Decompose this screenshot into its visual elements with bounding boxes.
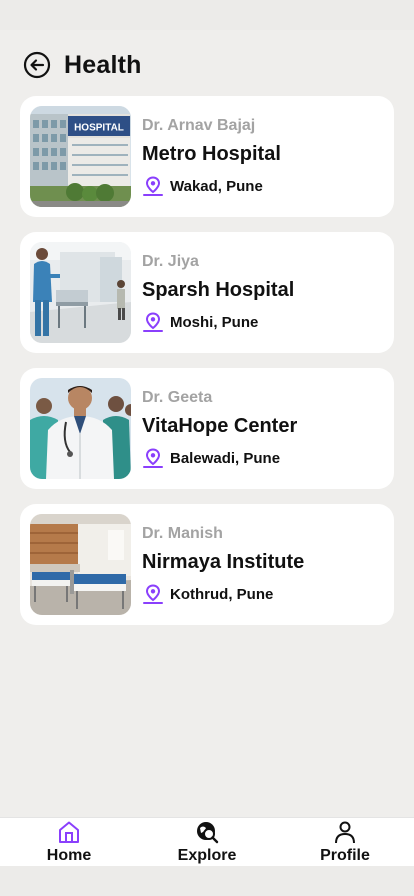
- location-pin-icon: [143, 584, 163, 604]
- back-button[interactable]: [22, 50, 52, 80]
- location-text: Balewadi, Pune: [170, 449, 281, 467]
- hospital-list: HOSPITAL Dr. Arnav Bajaj Metro Hospital …: [20, 96, 394, 640]
- hospital-card[interactable]: Dr. Jiya Sparsh Hospital Moshi, Pune: [20, 232, 394, 353]
- hospital-name: VitaHope Center: [142, 414, 298, 437]
- location-text: Wakad, Pune: [170, 177, 263, 195]
- page-title: Health: [64, 50, 142, 79]
- tab-profile-label: Profile: [320, 847, 370, 864]
- location: Balewadi, Pune: [142, 447, 297, 469]
- tab-explore-label: Explore: [177, 847, 237, 864]
- bottom-tab-bar: Home Explore Profile: [0, 817, 414, 866]
- tab-home[interactable]: Home: [0, 818, 138, 866]
- hospital-photo: HOSPITAL: [30, 106, 131, 207]
- tab-explore[interactable]: Explore: [138, 818, 276, 866]
- explore-icon: [197, 822, 219, 844]
- hospital-card[interactable]: Dr. Manish Nirmaya Institute Kothrud, Pu…: [20, 504, 394, 625]
- doctor-name: Dr. Geeta: [142, 389, 213, 406]
- hospital-photo: [30, 242, 131, 343]
- hospital-name: Nirmaya Institute: [142, 550, 305, 573]
- location-pin-icon: [143, 448, 163, 468]
- profile-icon: [335, 821, 355, 844]
- doctor-name: Dr. Jiya: [142, 253, 199, 270]
- doctor-name: Dr. Manish: [142, 525, 223, 542]
- location-pin-icon: [143, 176, 163, 196]
- home-icon: [59, 821, 79, 843]
- home-indicator-area: [0, 866, 414, 896]
- hospital-card[interactable]: Dr. Geeta VitaHope Center Balewadi, Pune: [20, 368, 394, 489]
- doctor-name: Dr. Arnav Bajaj: [142, 117, 256, 134]
- hospital-photo: [30, 514, 131, 615]
- location: Wakad, Pune: [142, 175, 281, 197]
- location: Kothrud, Pune: [142, 583, 304, 605]
- hospital-name: Sparsh Hospital: [142, 278, 295, 301]
- hospital-sign-text: HOSPITAL: [74, 123, 124, 134]
- status-bar: [0, 0, 414, 30]
- hospital-name: Metro Hospital: [142, 142, 281, 165]
- header: Health: [22, 48, 392, 82]
- tab-profile[interactable]: Profile: [276, 818, 414, 866]
- hospital-photo: [30, 378, 131, 479]
- location: Moshi, Pune: [142, 311, 294, 333]
- tab-home-label: Home: [46, 847, 92, 864]
- location-text: Moshi, Pune: [170, 313, 259, 331]
- hospital-card[interactable]: HOSPITAL Dr. Arnav Bajaj Metro Hospital …: [20, 96, 394, 217]
- back-arrow-icon: [23, 51, 51, 79]
- location-text: Kothrud, Pune: [170, 585, 274, 603]
- location-pin-icon: [143, 312, 163, 332]
